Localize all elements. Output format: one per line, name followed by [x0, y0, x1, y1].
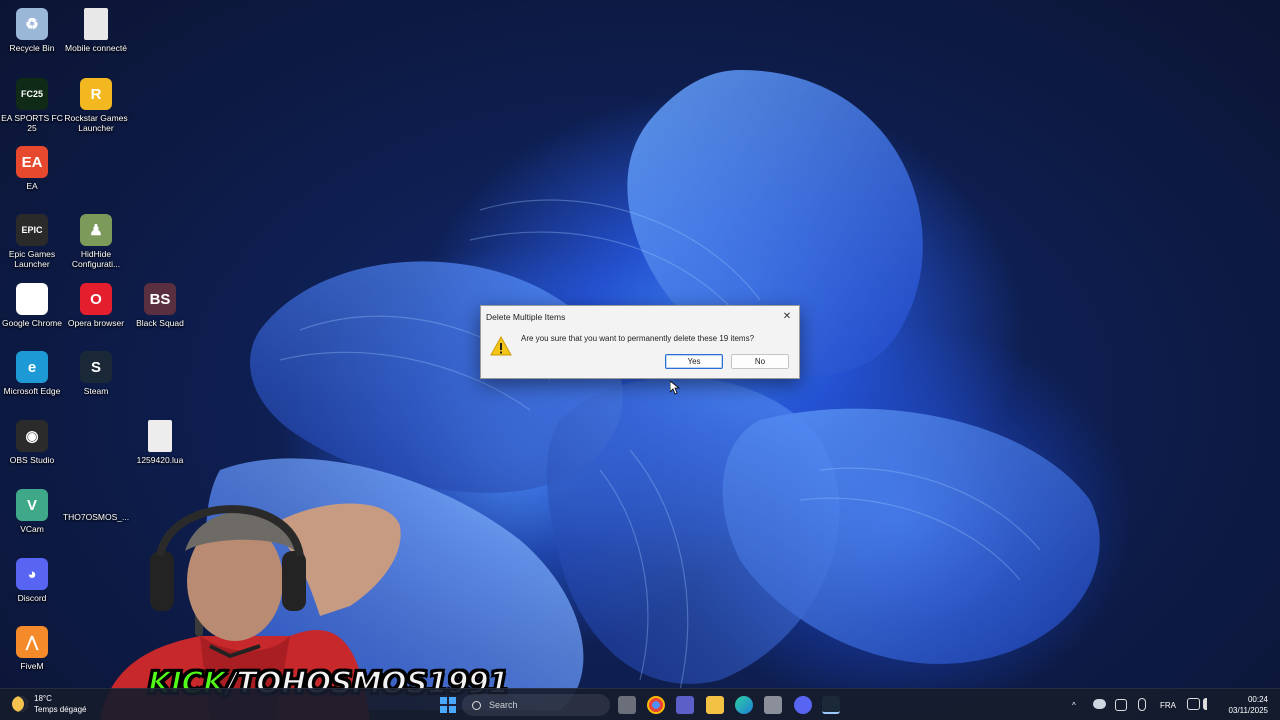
desktop-icon-label: Discord: [17, 593, 47, 603]
desktop-icon[interactable]: ◉ OBS Studio: [0, 414, 64, 465]
desktop-app-icon: R: [80, 78, 112, 110]
desktop-icon-label: Google Chrome: [1, 318, 62, 328]
desktop-icon-label: EA SPORTS FC 25: [1, 113, 63, 133]
desktop-icon-label: Opera browser: [67, 318, 125, 328]
desktop-app-icon: ⋀: [16, 626, 48, 658]
task-view-icon[interactable]: [618, 696, 636, 714]
desktop-icon[interactable]: O Opera browser: [64, 277, 128, 328]
dialog-title: Delete Multiple Items: [486, 312, 566, 322]
desktop-icon[interactable]: ♻ Recycle Bin: [0, 2, 64, 53]
desktop-icon[interactable]: BS Black Squad: [128, 277, 192, 328]
desktop-icon-label: Microsoft Edge: [3, 386, 61, 396]
search-icon: [472, 700, 481, 710]
desktop-icon-label: FiveM: [20, 661, 44, 671]
desktop-icon[interactable]: FC25 EA SPORTS FC 25: [0, 72, 64, 133]
desktop-icon-label: OBS Studio: [9, 455, 55, 465]
steam-taskbar-icon[interactable]: [822, 696, 840, 714]
desktop-icon-label: Recycle Bin: [9, 43, 55, 53]
clock-time: 00:24: [1247, 695, 1268, 704]
desktop-icon[interactable]: V VCam: [0, 483, 64, 534]
desktop-icon-label: VCam: [20, 524, 44, 534]
desktop-icon[interactable]: ● Google Chrome: [0, 277, 64, 328]
system-clock[interactable]: 00:24 03/11/2025: [1229, 694, 1268, 716]
volume-icon[interactable]: [1203, 698, 1215, 710]
desktop-icon[interactable]: e Microsoft Edge: [0, 345, 64, 396]
no-button[interactable]: No: [731, 354, 789, 369]
weather-desc: Temps dégagé: [34, 705, 87, 714]
desktop-app-icon: ◕: [16, 558, 48, 590]
store-taskbar-icon[interactable]: [764, 696, 782, 714]
desktop-icon-label: Rockstar Games Launcher: [64, 113, 128, 133]
desktop-app-icon: BS: [144, 283, 176, 315]
dialog-message: Are you sure that you want to permanentl…: [521, 334, 755, 343]
desktop-app-icon: O: [80, 283, 112, 315]
taskbar-search-box[interactable]: Search: [462, 694, 610, 716]
clock-date: 03/11/2025: [1228, 706, 1268, 715]
desktop-icon-label: Black Squad: [136, 318, 184, 328]
desktop-app-icon: FC25: [16, 78, 48, 110]
file-explorer-taskbar-icon[interactable]: [706, 696, 724, 714]
desktop-app-icon: EPIC: [16, 214, 48, 246]
desktop-icon-label: 1259420.lua: [136, 455, 184, 465]
desktop-app-icon: ♟: [80, 214, 112, 246]
desktop-icon[interactable]: R Rockstar Games Launcher: [64, 72, 128, 133]
warning-icon: [490, 336, 512, 356]
desktop-icon-label: Epic Games Launcher: [8, 249, 56, 269]
search-placeholder: Search: [489, 700, 518, 710]
desktop-app-icon: e: [16, 351, 48, 383]
network-icon[interactable]: [1187, 698, 1200, 710]
delete-confirm-dialog: Delete Multiple Items ✕ Are you sure tha…: [480, 305, 800, 379]
desktop-app-icon: V: [16, 489, 48, 521]
microphone-icon[interactable]: [1138, 698, 1146, 711]
language-indicator[interactable]: FRA: [1160, 689, 1176, 720]
desktop-app-icon: S: [80, 351, 112, 383]
desktop-icon-label: HidHide Configurati...: [71, 249, 121, 269]
desktop-app-icon: ●: [16, 283, 48, 315]
desktop-icon-label: Mobile connecté: [65, 43, 127, 53]
taskbar: 18°C Temps dégagé Search ^ FRA 00:24 03/…: [0, 688, 1280, 720]
desktop-icon[interactable]: EA EA: [0, 140, 64, 191]
mouse-cursor-icon: [670, 381, 680, 395]
desktop-app-icon: ◉: [16, 420, 48, 452]
desktop-icon[interactable]: EPIC Epic Games Launcher: [0, 208, 64, 269]
desktop-app-icon: [148, 420, 172, 452]
desktop-icon[interactable]: 1259420.lua: [128, 414, 192, 465]
edge-taskbar-icon[interactable]: [735, 696, 753, 714]
tray-overflow-chevron[interactable]: ^: [1072, 689, 1076, 720]
desktop-icon[interactable]: ◕ Discord: [0, 552, 64, 603]
weather-temp: 18°C: [34, 694, 52, 703]
windows-start-icon[interactable]: [440, 697, 456, 713]
teams-taskbar-icon[interactable]: [676, 696, 694, 714]
discord-taskbar-icon[interactable]: [794, 696, 812, 714]
desktop-icon[interactable]: ♟ HidHide Configurati...: [64, 208, 128, 269]
desktop-icon[interactable]: ⋀ FiveM: [0, 620, 64, 671]
sync-icon[interactable]: [1115, 699, 1127, 711]
close-icon[interactable]: ✕: [780, 309, 794, 323]
weather-widget[interactable]: 18°C Temps dégagé: [12, 693, 86, 715]
desktop-icon[interactable]: S Steam: [64, 345, 128, 396]
desktop-app-icon: [84, 8, 108, 40]
desktop-app-icon: ♻: [16, 8, 48, 40]
desktop-icon-label: EA: [26, 181, 38, 191]
chrome-taskbar-icon[interactable]: [647, 696, 665, 714]
desktop-icon[interactable]: Mobile connecté: [64, 2, 128, 53]
desktop-icon-label: Steam: [83, 386, 109, 396]
desktop-app-icon: EA: [16, 146, 48, 178]
weather-moon-icon: [12, 696, 28, 712]
yes-button[interactable]: Yes: [665, 354, 723, 369]
onedrive-icon[interactable]: [1093, 699, 1106, 709]
